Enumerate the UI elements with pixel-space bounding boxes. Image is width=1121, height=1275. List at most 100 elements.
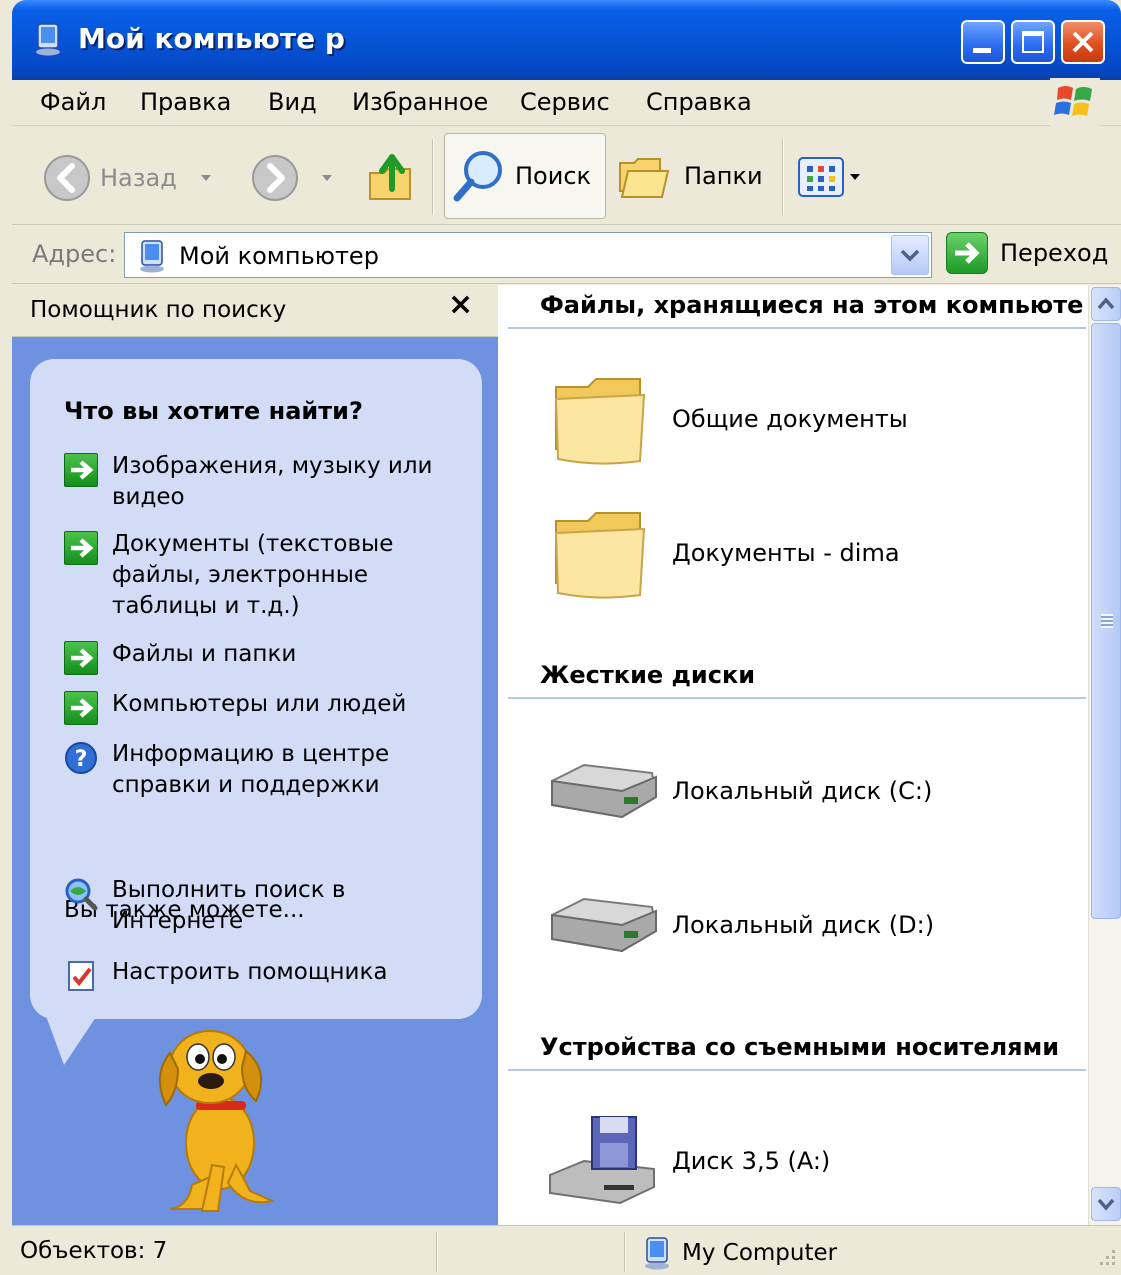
up-folder-button[interactable] bbox=[366, 149, 418, 205]
file-label: Диск 3,5 (A:) bbox=[672, 1147, 831, 1175]
file-label: Общие документы bbox=[672, 405, 908, 433]
search-button[interactable]: Поиск bbox=[444, 133, 606, 219]
menu-help[interactable]: Справка bbox=[646, 88, 752, 116]
my-computer-icon bbox=[36, 23, 60, 56]
views-dropdown-icon[interactable] bbox=[850, 174, 860, 180]
search-dog-character-icon[interactable] bbox=[132, 1015, 302, 1215]
standard-toolbar: Назад Поиск Папки bbox=[12, 127, 1121, 225]
status-divider bbox=[624, 1232, 626, 1272]
back-dropdown-icon[interactable] bbox=[200, 175, 211, 181]
file-item-local-disk-d[interactable]: Локальный диск (D:) bbox=[544, 875, 934, 975]
address-field[interactable]: Мой компьютер bbox=[124, 232, 932, 278]
file-item-floppy-a[interactable]: Диск 3,5 (A:) bbox=[544, 1111, 830, 1211]
pane-close-button[interactable]: × bbox=[448, 287, 473, 322]
chevron-down-icon bbox=[1097, 1198, 1115, 1211]
internet-search-option[interactable]: Выполнить поиск в Интернете bbox=[64, 875, 412, 937]
forward-button[interactable] bbox=[250, 153, 332, 203]
chevron-down-icon bbox=[900, 249, 920, 262]
address-dropdown-button[interactable] bbox=[891, 235, 929, 275]
folder-icon bbox=[554, 378, 646, 465]
file-item-local-disk-c[interactable]: Локальный диск (C:) bbox=[544, 741, 932, 841]
floppy-drive-icon bbox=[549, 1116, 655, 1205]
file-list-pane: Файлы, хранящиеся на этом компьюте Общие… bbox=[498, 285, 1088, 1225]
search-bubble: Что вы хотите найти? Изображения, музыку… bbox=[30, 359, 482, 1019]
maximize-icon bbox=[1022, 31, 1044, 53]
views-button[interactable] bbox=[798, 157, 860, 197]
menu-edit[interactable]: Правка bbox=[140, 88, 231, 116]
scroll-up-button[interactable] bbox=[1091, 287, 1121, 321]
grip-icon bbox=[1101, 614, 1113, 628]
minimize-button[interactable] bbox=[961, 20, 1005, 64]
checklist-icon bbox=[68, 961, 94, 991]
status-location: My Computer bbox=[644, 1236, 837, 1270]
folders-button[interactable]: Папки bbox=[616, 151, 763, 201]
search-option-label: Документы (текстовые файлы, электронные … bbox=[112, 531, 394, 619]
search-option-help-center[interactable]: ? Информацию в центре справки и поддержк… bbox=[64, 739, 432, 801]
menu-view[interactable]: Вид bbox=[268, 88, 317, 116]
window-title: Мой компьюте р bbox=[78, 22, 345, 55]
status-bar: Объектов: 7 My Computer bbox=[12, 1225, 1121, 1275]
search-option-label: Информацию в центре справки и поддержки bbox=[112, 741, 390, 798]
minimize-icon bbox=[973, 48, 991, 53]
pane-title: Помощник по поиску bbox=[30, 297, 287, 323]
search-option-label: Компьютеры или людей bbox=[112, 691, 407, 717]
menu-file[interactable]: Файл bbox=[40, 88, 106, 116]
go-arrow-icon bbox=[946, 232, 988, 274]
explorer-window: Мой компьюте р Файл Правка Вид Избранное… bbox=[0, 0, 1121, 1275]
status-divider bbox=[436, 1232, 438, 1272]
customize-companion-option[interactable]: Настроить помощника bbox=[64, 957, 452, 993]
pane-header: Помощник по поиску × bbox=[12, 285, 498, 337]
search-option-files-folders[interactable]: Файлы и папки bbox=[64, 639, 472, 675]
search-label: Поиск bbox=[515, 162, 592, 190]
my-computer-icon bbox=[645, 1237, 669, 1270]
bubble-tail bbox=[42, 1005, 104, 1065]
file-item-documents-dima[interactable]: Документы - dima bbox=[544, 503, 900, 603]
menu-favorites[interactable]: Избранное bbox=[352, 88, 488, 116]
group-header-stored-files[interactable]: Файлы, хранящиеся на этом компьюте bbox=[508, 285, 1086, 329]
object-count: Объектов: 7 bbox=[20, 1238, 168, 1264]
scroll-down-button[interactable] bbox=[1091, 1187, 1121, 1221]
folder-icon bbox=[554, 512, 646, 599]
group-title: Устройства со съемными носителями bbox=[540, 1033, 1060, 1061]
search-companion-pane: Помощник по поиску × Что вы хотите найти… bbox=[12, 285, 498, 1225]
magnifier-icon bbox=[453, 151, 502, 202]
resize-grip-icon[interactable] bbox=[1094, 1246, 1118, 1270]
file-label: Документы - dima bbox=[672, 539, 900, 567]
menu-bar: Файл Правка Вид Избранное Сервис Справка bbox=[12, 80, 1121, 126]
internet-search-icon bbox=[65, 878, 98, 911]
green-arrow-icon bbox=[64, 531, 98, 565]
close-button[interactable] bbox=[1061, 20, 1105, 64]
help-icon: ? bbox=[65, 742, 97, 774]
search-option-label: Изображения, музыку или видео bbox=[112, 453, 433, 510]
menu-tools[interactable]: Сервис bbox=[520, 88, 610, 116]
up-folder-icon bbox=[369, 154, 411, 200]
green-arrow-icon bbox=[64, 453, 98, 487]
address-label: Адрес: bbox=[32, 240, 117, 268]
toolbar-separator bbox=[782, 139, 784, 215]
address-value: Мой компьютер bbox=[179, 242, 379, 270]
search-option-media[interactable]: Изображения, музыку или видео bbox=[64, 451, 472, 513]
forward-dropdown-icon[interactable] bbox=[322, 175, 332, 181]
search-option-computers-people[interactable]: Компьютеры или людей bbox=[64, 689, 472, 725]
green-arrow-icon bbox=[64, 641, 98, 675]
group-header-hard-disks[interactable]: Жесткие диски bbox=[508, 655, 1086, 699]
back-label: Назад bbox=[100, 164, 177, 192]
toolbar-separator bbox=[432, 139, 434, 215]
vertical-scrollbar[interactable] bbox=[1088, 285, 1121, 1225]
scroll-thumb[interactable] bbox=[1091, 323, 1121, 919]
forward-arrow-icon bbox=[252, 155, 298, 201]
address-bar: Адрес: Мой компьютер Переход bbox=[12, 226, 1121, 284]
search-option-label: Настроить помощника bbox=[112, 959, 388, 985]
title-bar[interactable]: Мой компьюте р bbox=[12, 0, 1121, 80]
svg-text:?: ? bbox=[75, 747, 88, 772]
go-label: Переход bbox=[1000, 239, 1109, 267]
file-item-shared-documents[interactable]: Общие документы bbox=[544, 369, 908, 469]
go-button[interactable]: Переход bbox=[946, 232, 1108, 274]
search-option-documents[interactable]: Документы (текстовые файлы, электронные … bbox=[64, 529, 432, 622]
search-option-label: Файлы и папки bbox=[112, 641, 297, 667]
back-button[interactable]: Назад bbox=[42, 153, 211, 203]
search-heading: Что вы хотите найти? bbox=[64, 397, 363, 425]
maximize-button[interactable] bbox=[1011, 20, 1055, 64]
group-title: Файлы, хранящиеся на этом компьюте bbox=[540, 291, 1084, 319]
group-header-removable-storage[interactable]: Устройства со съемными носителями bbox=[508, 1027, 1086, 1071]
